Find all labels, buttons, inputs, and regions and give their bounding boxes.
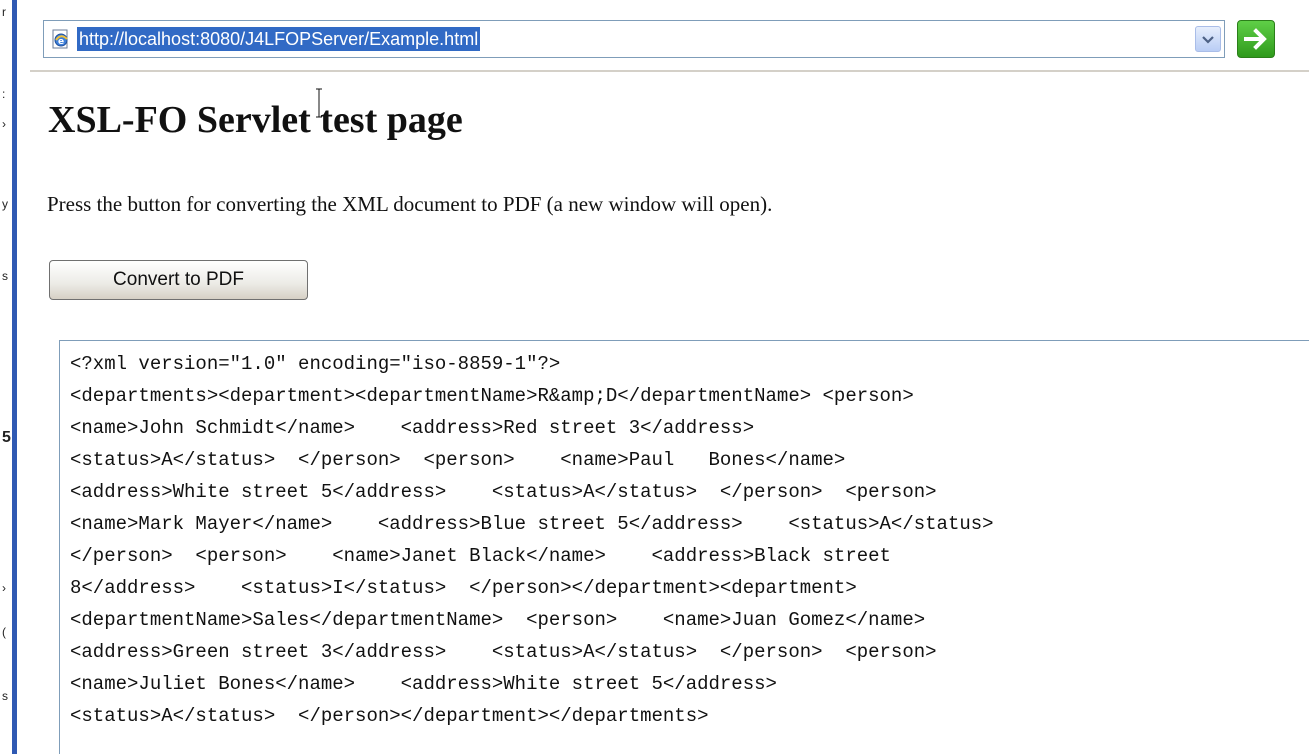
xml-line: 8</address> <status>I</status> </person>…	[70, 577, 857, 599]
address-dropdown-button[interactable]	[1195, 26, 1221, 52]
xml-textarea[interactable]: <?xml version="1.0" encoding="iso-8859-1…	[59, 340, 1309, 754]
edge-char: :	[2, 87, 6, 101]
chevron-down-icon	[1202, 36, 1214, 44]
xml-line: <departments><department><departmentName…	[70, 385, 914, 407]
go-arrow-icon	[1244, 28, 1267, 50]
edge-char: r	[2, 5, 6, 19]
toolbar-divider	[30, 70, 1309, 72]
edge-char: 5	[2, 429, 11, 446]
instructions-text: Press the button for converting the XML …	[47, 192, 773, 216]
address-field[interactable]: e http://localhost:8080/J4LFOPServer/Exa…	[43, 20, 1225, 58]
address-url[interactable]: http://localhost:8080/J4LFOPServer/Examp…	[77, 27, 481, 51]
go-button[interactable]	[1237, 20, 1275, 58]
xml-line: <?xml version="1.0" encoding="iso-8859-1…	[70, 353, 561, 375]
svg-text:e: e	[58, 37, 64, 47]
ibeam-cursor-icon	[316, 88, 322, 118]
background-window-edge: r : › y s 5 › s (	[0, 0, 30, 754]
edge-char: y	[2, 197, 8, 211]
window-border-bar	[12, 0, 17, 754]
edge-char: ›	[2, 117, 6, 131]
xml-line: <name>Juliet Bones</name> <address>White…	[70, 673, 777, 695]
xml-line: <address>Green street 3</address> <statu…	[70, 641, 937, 663]
xml-line: <status>A</status> </person></department…	[70, 705, 709, 727]
edge-char: ›	[2, 581, 6, 595]
xml-line: </person> <person> <name>Janet Black</na…	[70, 545, 891, 567]
ie-page-icon: e	[50, 28, 72, 50]
xml-line: <status>A</status> </person> <person> <n…	[70, 449, 846, 471]
edge-char: s	[2, 689, 8, 703]
xml-line: <address>White street 5</address> <statu…	[70, 481, 937, 503]
edge-char: s	[2, 269, 8, 283]
xml-line: <name>Mark Mayer</name> <address>Blue st…	[70, 513, 994, 535]
xml-line: <departmentName>Sales</departmentName> <…	[70, 609, 926, 631]
edge-char: (	[2, 625, 6, 639]
xml-line: <name>John Schmidt</name> <address>Red s…	[70, 417, 755, 439]
address-bar-row: e http://localhost:8080/J4LFOPServer/Exa…	[30, 0, 1309, 70]
convert-to-pdf-button[interactable]: Convert to PDF	[49, 260, 308, 300]
page-title: XSL-FO Servlet test page	[48, 99, 463, 141]
